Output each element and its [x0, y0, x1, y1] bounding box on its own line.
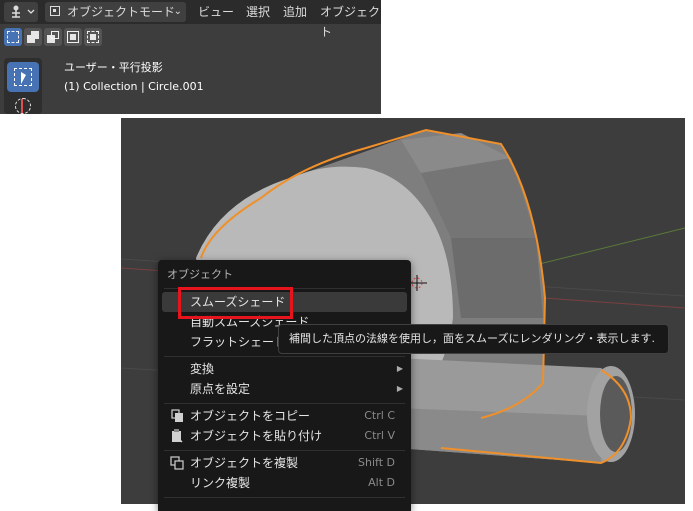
duplicate-icon	[170, 456, 184, 470]
menu-item-set-origin[interactable]: 原点を設定 ▶	[162, 379, 407, 399]
mode-dropdown-label: オブジェクトモード	[67, 5, 176, 19]
menu-item-tooltip: 補間した頂点の法線を使用し，面をスムーズにレンダリング・表示します.	[278, 324, 669, 354]
viewport-header-bar: オブジェクトモード ⌄ ビュー 選択 追加 オブジェクト	[0, 0, 381, 39]
menu-select[interactable]: 選択	[246, 2, 270, 22]
submenu-arrow-icon: ▶	[396, 384, 403, 393]
menu-separator	[164, 356, 405, 357]
shortcut-text: Shift D	[358, 456, 395, 469]
menu-separator	[164, 450, 405, 451]
menu-item-label: 原点を設定	[190, 382, 251, 396]
cursor-icon	[15, 98, 31, 114]
pointer-arrow-icon	[21, 72, 26, 84]
select-mode-new-button[interactable]	[4, 28, 22, 46]
menu-separator	[164, 403, 405, 404]
menu-item-paste-objects[interactable]: オブジェクトを貼り付け Ctrl V	[162, 426, 407, 446]
shortcut-text: Ctrl C	[364, 409, 395, 422]
menu-separator	[164, 497, 405, 498]
viewport-gizmo-icon	[12, 5, 35, 18]
menu-item-duplicate-objects[interactable]: オブジェクトを複製 Shift D	[162, 453, 407, 473]
paste-icon	[172, 429, 183, 443]
cursor-tool-button[interactable]	[7, 96, 39, 114]
viewport-info-overlay: ユーザー・平行投影 (1) Collection | Circle.001	[64, 58, 204, 96]
select-mode-extend-button[interactable]	[24, 28, 42, 46]
menu-view[interactable]: ビュー	[198, 2, 234, 22]
menu-item-label: フラットシェード	[190, 335, 287, 349]
editor-type-button[interactable]	[4, 2, 38, 22]
copy-icon	[171, 409, 183, 422]
tool-strip	[4, 58, 42, 114]
menu-item-label: オブジェクトを貼り付け	[190, 429, 323, 443]
annotation-highlight-box	[178, 287, 293, 319]
select-mode-subtract-button[interactable]	[44, 28, 62, 46]
select-mode-intersect-button[interactable]	[84, 28, 102, 46]
shortcut-text: Alt D	[368, 476, 395, 489]
menu-item-label: オブジェクトを複製	[190, 456, 299, 470]
select-mode-invert-button[interactable]	[64, 28, 82, 46]
viewport-header-snippet: オブジェクトモード ⌄ ビュー 選択 追加 オブジェクト ユーザー・平行投影 (…	[0, 0, 381, 114]
submenu-arrow-icon: ▶	[396, 364, 403, 373]
menu-item-duplicate-linked[interactable]: リンク複製 Alt D	[162, 473, 407, 493]
menu-item-label: オブジェクトをコピー	[190, 409, 311, 423]
small-cylinder-shade	[396, 408, 601, 463]
shortcut-text: Ctrl V	[364, 429, 395, 442]
mode-dropdown[interactable]: オブジェクトモード ⌄	[45, 2, 186, 22]
menu-object[interactable]: オブジェクト	[320, 2, 381, 39]
context-menu-title: オブジェクト	[167, 268, 233, 281]
cylinder-shade-band	[451, 238, 543, 318]
menu-item-transform[interactable]: 変換 ▶	[162, 359, 407, 379]
menu-item-label: リンク複製	[190, 476, 251, 490]
object-mode-icon	[50, 6, 60, 16]
small-cylinder-hole	[600, 376, 632, 452]
menu-item-label: 変換	[190, 362, 215, 376]
menu-item-copy-objects[interactable]: オブジェクトをコピー Ctrl C	[162, 406, 407, 426]
view-name-text: ユーザー・平行投影	[64, 61, 163, 74]
menu-add[interactable]: 追加	[283, 2, 307, 22]
collection-text: (1) Collection | Circle.001	[64, 80, 204, 93]
select-tool-button[interactable]	[7, 62, 39, 92]
chevron-down-icon: ⌄	[173, 6, 182, 17]
